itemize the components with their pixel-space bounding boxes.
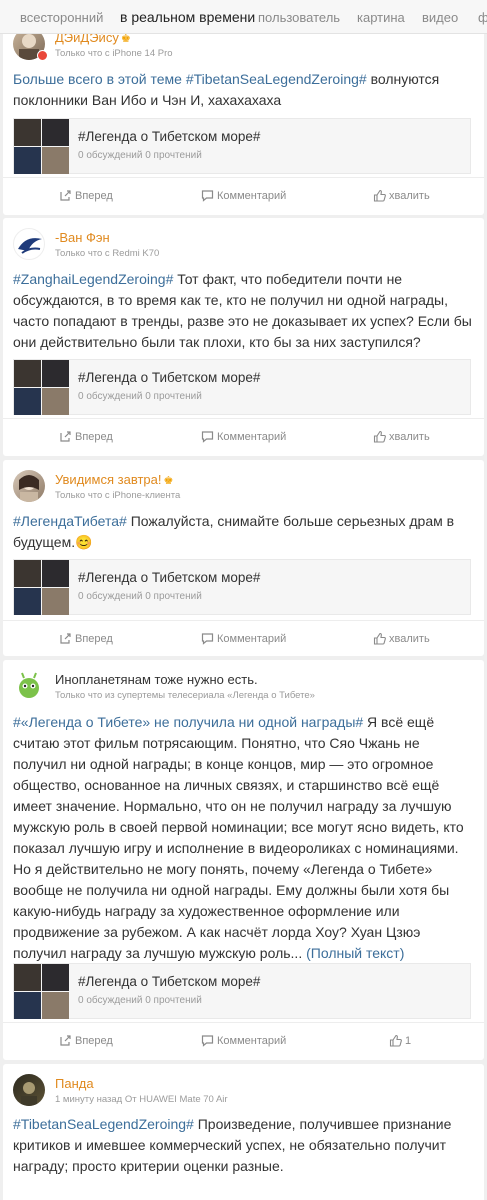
post-card: Инопланетянам тоже нужно есть. Только чт…: [3, 660, 484, 1060]
post-meta: Только что с iPhone-клиента: [55, 490, 181, 501]
topic-thumbnail: [14, 119, 70, 175]
topic-stats: 0 обсуждений 0 прочтений: [78, 591, 202, 602]
comment-icon: [201, 633, 214, 645]
tab-comprehensive[interactable]: всесторонний: [20, 10, 103, 25]
share-icon: [60, 1035, 71, 1046]
hashtag-link[interactable]: #«Легенда о Тибете» не получила ни одной…: [13, 714, 363, 730]
share-icon: [60, 431, 71, 442]
topic-thumbnail: [14, 560, 70, 616]
topic-title: #Легенда о Тибетском море#: [78, 974, 261, 989]
username[interactable]: Панда: [55, 1076, 94, 1091]
topic-title: #Легенда о Тибетском море#: [78, 129, 261, 144]
hashtag-link[interactable]: Больше всего в этой теме #TibetanSeaLege…: [13, 71, 367, 87]
tab-realtime[interactable]: в реальном времени: [120, 9, 255, 25]
post-actions: Вперед Комментарий 1: [3, 1022, 484, 1061]
username[interactable]: Инопланетянам тоже нужно есть.: [55, 672, 258, 687]
like-button[interactable]: хвалить: [373, 430, 430, 443]
topic-title: #Легенда о Тибетском море#: [78, 570, 261, 585]
thumbs-up-icon: [389, 1034, 402, 1047]
topic-card[interactable]: #Легенда о Тибетском море# 0 обсуждений …: [13, 118, 471, 174]
verified-badge-icon: [37, 50, 48, 61]
avatar[interactable]: [13, 1074, 45, 1106]
like-button[interactable]: 1: [389, 1034, 411, 1047]
tab-picture[interactable]: картина: [357, 10, 405, 25]
topic-stats: 0 обсуждений 0 прочтений: [78, 150, 202, 161]
comment-icon: [201, 190, 214, 202]
post-card: -Ван Фэн Только что с Redmi K70 #Zanghai…: [3, 218, 484, 456]
share-icon: [60, 633, 71, 644]
topic-title: #Легенда о Тибетском море#: [78, 370, 261, 385]
hashtag-link[interactable]: #TibetanSeaLegendZeroing#: [13, 1116, 194, 1132]
topic-card[interactable]: #Легенда о Тибетском море# 0 обсуждений …: [13, 359, 471, 415]
post-text: Больше всего в этой теме #TibetanSeaLege…: [13, 71, 440, 108]
post-meta: Только что с Redmi K70: [55, 248, 160, 259]
topic-card[interactable]: #Легенда о Тибетском море# 0 обсуждений …: [13, 963, 471, 1019]
crown-icon: ♚: [120, 33, 131, 45]
post-meta: Только что с iPhone 14 Pro: [55, 48, 173, 59]
post-text: #TibetanSeaLegendZeroing# Произведение, …: [13, 1116, 452, 1174]
forward-button[interactable]: Вперед: [59, 1034, 113, 1047]
topic-thumbnail: [14, 964, 70, 1020]
avatar[interactable]: [13, 228, 45, 260]
forward-button[interactable]: Вперед: [59, 430, 113, 443]
share-icon: [60, 190, 71, 201]
tab-more[interactable]: ф: [478, 10, 487, 25]
like-button[interactable]: хвалить: [373, 189, 430, 202]
tab-video[interactable]: видео: [422, 10, 458, 25]
topic-thumbnail: [14, 360, 70, 416]
post-card: ДЭйДЭйсу ♚ Только что с iPhone 14 Pro Бол…: [3, 26, 484, 215]
thumbs-up-icon: [373, 189, 386, 202]
post-card: Панда 1 минуту назад От HUAWEI Mate 70 A…: [3, 1064, 484, 1200]
post-text: #«Легенда о Тибете» не получила ни одной…: [13, 714, 464, 961]
search-tabs: всесторонний в реальном времени пользова…: [0, 0, 487, 34]
post-text: #ЛегендаТибета# Пожалуйста, снимайте бол…: [13, 513, 455, 550]
comment-button[interactable]: Комментарий: [201, 189, 286, 202]
post-card: Увидимся завтра! ♚ Только что с iPhone-кл…: [3, 460, 484, 656]
post-meta: 1 минуту назад От HUAWEI Mate 70 Air: [55, 1094, 228, 1105]
post-actions: Вперед Комментарий хвалить: [3, 620, 484, 659]
post-text: #ZanghaiLegendZeroing# Тот факт, что поб…: [13, 271, 472, 350]
comment-icon: [201, 431, 214, 443]
post-actions: Вперед Комментарий хвалить: [3, 418, 484, 457]
post-actions: Вперед Комментарий хвалить: [3, 177, 484, 216]
crown-icon: ♚: [163, 475, 174, 487]
hashtag-link[interactable]: #ЛегендаТибета#: [13, 513, 127, 529]
comment-icon: [201, 1035, 214, 1047]
avatar[interactable]: [13, 470, 45, 502]
topic-stats: 0 обсуждений 0 прочтений: [78, 995, 202, 1006]
topic-card[interactable]: #Легенда о Тибетском море# 0 обсуждений …: [13, 559, 471, 615]
topic-stats: 0 обсуждений 0 прочтений: [78, 391, 202, 402]
hashtag-link[interactable]: #ZanghaiLegendZeroing#: [13, 271, 173, 287]
tab-user[interactable]: пользователь: [258, 10, 340, 25]
full-text-link[interactable]: (Полный текст): [306, 945, 404, 961]
forward-button[interactable]: Вперед: [59, 189, 113, 202]
comment-button[interactable]: Комментарий: [201, 430, 286, 443]
post-meta: Только что из супертемы телесериала «Лег…: [55, 690, 315, 701]
username[interactable]: -Ван Фэн: [55, 230, 110, 245]
username[interactable]: Увидимся завтра! ♚: [55, 472, 173, 487]
avatar[interactable]: [13, 670, 45, 702]
like-button[interactable]: хвалить: [373, 632, 430, 645]
thumbs-up-icon: [373, 632, 386, 645]
comment-button[interactable]: Комментарий: [201, 632, 286, 645]
forward-button[interactable]: Вперед: [59, 632, 113, 645]
thumbs-up-icon: [373, 430, 386, 443]
comment-button[interactable]: Комментарий: [201, 1034, 286, 1047]
